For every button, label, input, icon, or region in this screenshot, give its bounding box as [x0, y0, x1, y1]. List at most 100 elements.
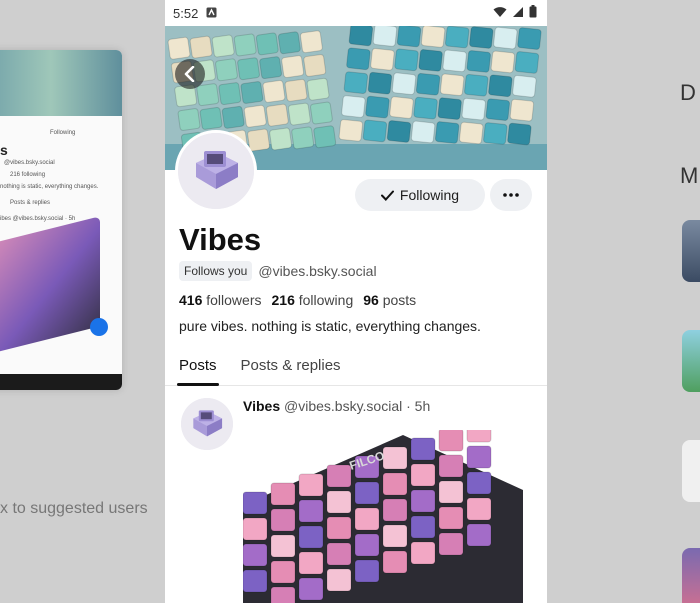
post-image-keycap — [410, 515, 436, 539]
background-right-letter-2: M — [680, 163, 699, 188]
banner-keycap — [243, 104, 267, 128]
post-author-avatar[interactable] — [181, 398, 233, 450]
banner-keycap — [348, 26, 374, 47]
background-left-handle: @vibes.bsky.social — [4, 160, 55, 166]
banner-keycap — [389, 96, 414, 119]
post-image-keycap — [326, 568, 352, 592]
post-image-keycap — [270, 560, 296, 584]
background-right-card-4 — [682, 548, 700, 603]
following-button-label: Following — [399, 187, 460, 203]
background-left-name: s — [0, 142, 8, 158]
profile-display-name: Vibes — [179, 222, 262, 257]
more-dots-icon — [503, 193, 519, 197]
post-image-keycap — [410, 489, 436, 513]
back-button[interactable] — [175, 59, 205, 89]
post-image-keycap — [382, 524, 408, 548]
posts-stat: 96 posts — [363, 292, 416, 308]
banner-keycap — [372, 26, 398, 47]
background-left-phone: Following s @vibes.bsky.social 216 follo… — [0, 50, 122, 390]
banner-keycap — [367, 71, 393, 95]
signal-icon — [512, 6, 524, 21]
banner-keycap — [291, 126, 315, 150]
banner-keycap — [299, 30, 323, 54]
post-image-keycap — [466, 497, 492, 521]
background-right-card-3 — [682, 440, 700, 502]
posts-label: posts — [382, 292, 417, 308]
tab-posts-and-replies[interactable]: Posts & replies — [241, 350, 341, 385]
followers-stat[interactable]: 416 followers — [179, 292, 262, 308]
post-image-keycap — [243, 569, 268, 593]
post-image-keycap — [382, 446, 408, 470]
profile-tabs: Posts Posts & replies — [165, 350, 547, 386]
tab-posts[interactable]: Posts — [177, 350, 219, 386]
banner-keycap — [434, 121, 460, 144]
post-image-keycap — [326, 490, 352, 514]
banner-keycap — [445, 26, 470, 49]
profile-handle: @vibes.bsky.social — [258, 263, 377, 279]
banner-keycap — [218, 82, 242, 105]
posts-count: 96 — [363, 292, 379, 308]
banner-keycap — [396, 26, 422, 48]
following-stat[interactable]: 216 following — [272, 292, 354, 308]
banner-keycap — [507, 122, 532, 146]
post-image-keycap — [438, 506, 464, 530]
banner-keycap — [509, 98, 535, 122]
post-author-handle[interactable]: @vibes.bsky.social — [284, 398, 402, 414]
post-image-keycap — [243, 543, 268, 567]
post-image-keycap — [354, 481, 380, 505]
profile-bio: pure vibes. nothing is static, everythin… — [179, 318, 481, 334]
post-image-keycap — [326, 516, 352, 540]
banner-keycap — [199, 107, 223, 130]
followers-count: 416 — [179, 292, 203, 308]
phone-screen: 5:52 Following Vibes Follows you @vibes.… — [165, 0, 547, 603]
post-timestamp: · 5h — [406, 398, 431, 414]
post-image-keycap — [382, 550, 408, 574]
post-header: Vibes @vibes.bsky.social · 5h — [243, 398, 430, 414]
banner-keycap — [370, 48, 395, 71]
banner-keycap — [362, 119, 388, 143]
banner-keycap — [459, 121, 484, 145]
post-image[interactable]: FILCO — [243, 430, 547, 603]
banner-keycap — [512, 75, 537, 98]
background-left-compose-button — [90, 318, 108, 336]
banner-keycap — [343, 71, 369, 94]
post-image-keycap — [410, 437, 436, 461]
banner-keycap — [464, 73, 489, 97]
banner-keycap — [237, 57, 260, 81]
background-left-banner — [0, 50, 122, 116]
banner-keycap — [466, 50, 491, 73]
post-image-keycap — [326, 464, 352, 488]
feed-post[interactable]: Vibes @vibes.bsky.social · 5h FILCO — [165, 386, 547, 603]
profile-avatar[interactable] — [175, 130, 257, 212]
post-image-keycap — [298, 499, 324, 523]
banner-keycap — [346, 47, 371, 71]
banner-keycap — [287, 102, 311, 126]
more-options-button[interactable] — [490, 179, 532, 211]
banner-keycap — [177, 108, 201, 131]
background-right-card-2 — [682, 330, 700, 392]
post-image-keycap — [438, 454, 464, 478]
follows-you-badge: Follows you — [179, 261, 253, 281]
following-count: 216 — [271, 292, 295, 308]
banner-keycap — [410, 120, 436, 144]
followers-label: followers — [206, 292, 262, 308]
banner-keycap — [269, 127, 293, 151]
banner-keycap — [310, 101, 333, 125]
post-image-keycap — [270, 508, 296, 532]
banner-keycap — [469, 26, 494, 49]
following-label: following — [298, 292, 354, 308]
post-image-keycap — [270, 586, 296, 603]
post-image-keycap — [354, 559, 380, 583]
background-left-following: Following — [50, 130, 76, 136]
post-author-name[interactable]: Vibes — [243, 398, 280, 414]
banner-keycap — [259, 56, 283, 80]
background-suggest-text: x to suggested users — [0, 500, 148, 517]
battery-icon — [529, 5, 537, 21]
background-left-stats: 216 following — [10, 172, 46, 178]
following-button[interactable]: Following — [355, 179, 485, 211]
background-left-nav-bar — [0, 374, 122, 390]
banner-keycap — [485, 98, 511, 121]
banner-keycap — [517, 27, 542, 50]
post-image-keycap — [466, 430, 492, 443]
banner-keycap — [420, 26, 446, 48]
